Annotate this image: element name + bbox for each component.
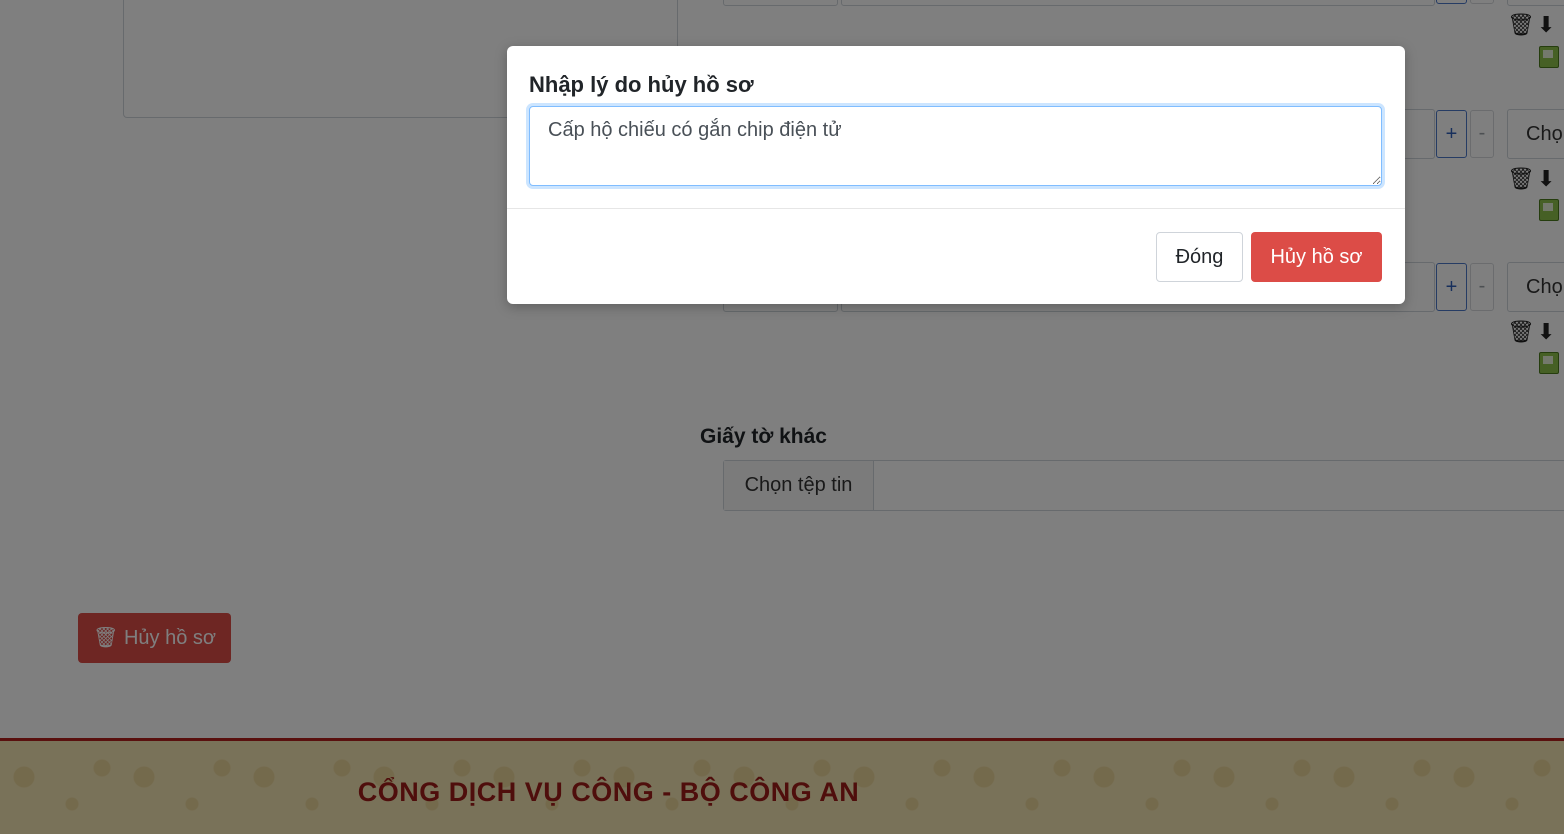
cancel-reason-modal: Nhập lý do hủy hồ sơ Cấp hộ chiếu có gắn… <box>507 46 1405 304</box>
confirm-cancel-button[interactable]: Hủy hồ sơ <box>1251 232 1382 282</box>
modal-title: Nhập lý do hủy hồ sơ <box>529 72 754 97</box>
modal-divider <box>507 208 1405 209</box>
cancel-reason-textarea[interactable]: Cấp hộ chiếu có gắn chip điện tử <box>529 106 1382 186</box>
page: 🗑 ⬇ + - Chọn 🗑 ⬇ + - Chọn 🗑 ⬇ Giấy tờ kh… <box>0 0 1564 834</box>
close-button[interactable]: Đóng <box>1156 232 1243 282</box>
